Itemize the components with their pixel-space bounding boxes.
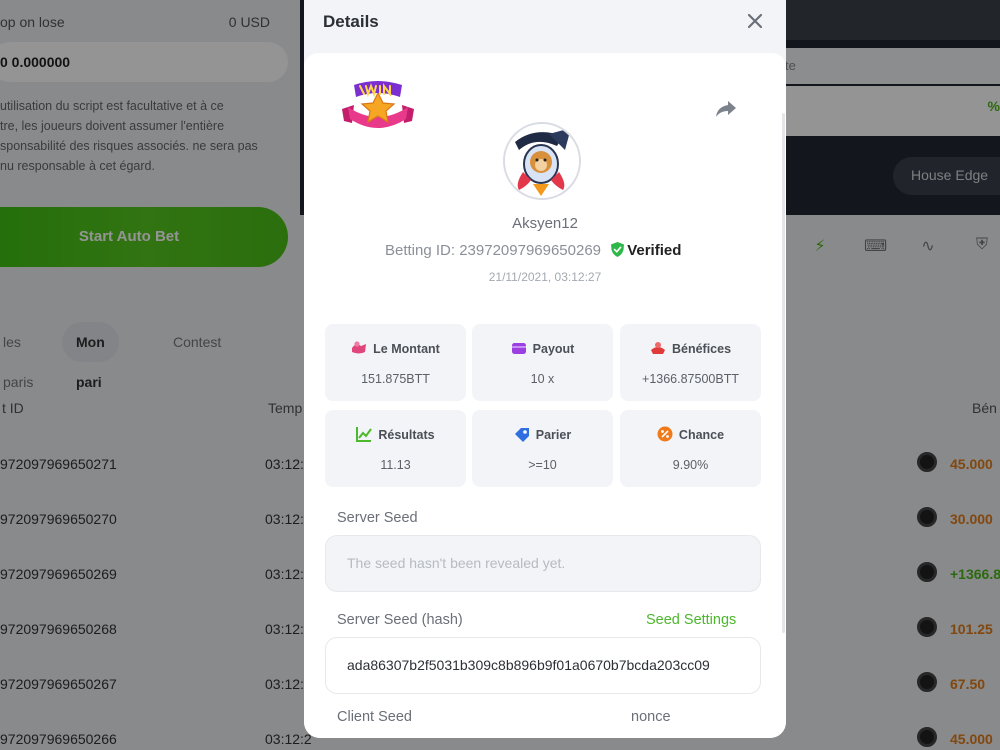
stat-card-result: Résultats 11.13 <box>325 410 466 487</box>
verified-shield-icon <box>611 242 625 257</box>
details-modal: Details Aksyen12 Betting ID: 23972097969… <box>304 0 786 738</box>
modal-title: Details <box>323 12 379 31</box>
betting-id-line: Betting ID: 23972097969650269 Verified <box>385 242 681 259</box>
stat-card-payout: Payout 10 x <box>472 324 613 401</box>
money-icon <box>352 341 367 354</box>
doge-rocket-avatar-icon <box>505 124 579 198</box>
server-seed-label: Server Seed <box>337 510 418 526</box>
avatar <box>503 122 581 200</box>
stat-card-header: Payout <box>472 340 613 356</box>
stat-card-amount: Le Montant 151.875BTT <box>325 324 466 401</box>
server-seed-hash-field[interactable]: ada86307b2f5031b309c8b896b9f01a0670b7bcd… <box>325 637 761 694</box>
nonce-label: nonce <box>631 709 671 725</box>
modal-body: Aksyen12 Betting ID: 23972097969650269 V… <box>304 53 786 738</box>
stat-card-bet-target: Parier >=10 <box>472 410 613 487</box>
stat-card-header: Chance <box>620 426 761 442</box>
stat-value: 11.13 <box>380 458 411 472</box>
chart-icon <box>356 427 373 442</box>
stat-card-header: Bénéfices <box>620 340 761 356</box>
scrollbar[interactable] <box>782 113 785 633</box>
stat-card-header: Le Montant <box>325 340 466 356</box>
server-seed-hash-label: Server Seed (hash) <box>337 612 463 628</box>
server-seed-field[interactable]: The seed hasn't been revealed yet. <box>325 535 761 592</box>
close-icon[interactable] <box>745 11 765 31</box>
stat-value: 151.875BTT <box>361 372 430 386</box>
stat-card-header: Parier <box>472 426 613 442</box>
stat-label: Chance <box>678 428 725 442</box>
stat-card-header: Résultats <box>325 426 466 442</box>
stat-card-profit: Bénéfices +1366.87500BTT <box>620 324 761 401</box>
client-seed-label: Client Seed <box>337 709 412 725</box>
tag-icon <box>514 428 529 442</box>
username: Aksyen12 <box>512 215 578 232</box>
wallet-icon <box>511 343 526 354</box>
stat-label: Le Montant <box>373 342 440 356</box>
stat-value: 9.90% <box>672 458 709 472</box>
bet-datetime: 21/11/2021, 03:12:27 <box>488 270 602 284</box>
stat-value: +1366.87500BTT <box>642 372 739 386</box>
stat-label: Payout <box>532 342 575 356</box>
stat-label: Résultats <box>378 428 435 442</box>
betting-id: Betting ID: 23972097969650269 <box>385 242 602 259</box>
seed-settings-link[interactable]: Seed Settings <box>646 612 736 628</box>
stat-label: Bénéfices <box>671 342 732 356</box>
stat-value: >=10 <box>528 458 557 472</box>
stat-card-chance: Chance 9.90% <box>620 410 761 487</box>
win-badge-icon <box>342 81 414 128</box>
verified-label: Verified <box>627 242 682 259</box>
share-icon[interactable] <box>714 96 738 120</box>
stat-value: 10 x <box>530 372 555 386</box>
percent-icon <box>657 426 673 442</box>
stat-label: Parier <box>535 428 572 442</box>
profit-icon <box>650 342 665 354</box>
